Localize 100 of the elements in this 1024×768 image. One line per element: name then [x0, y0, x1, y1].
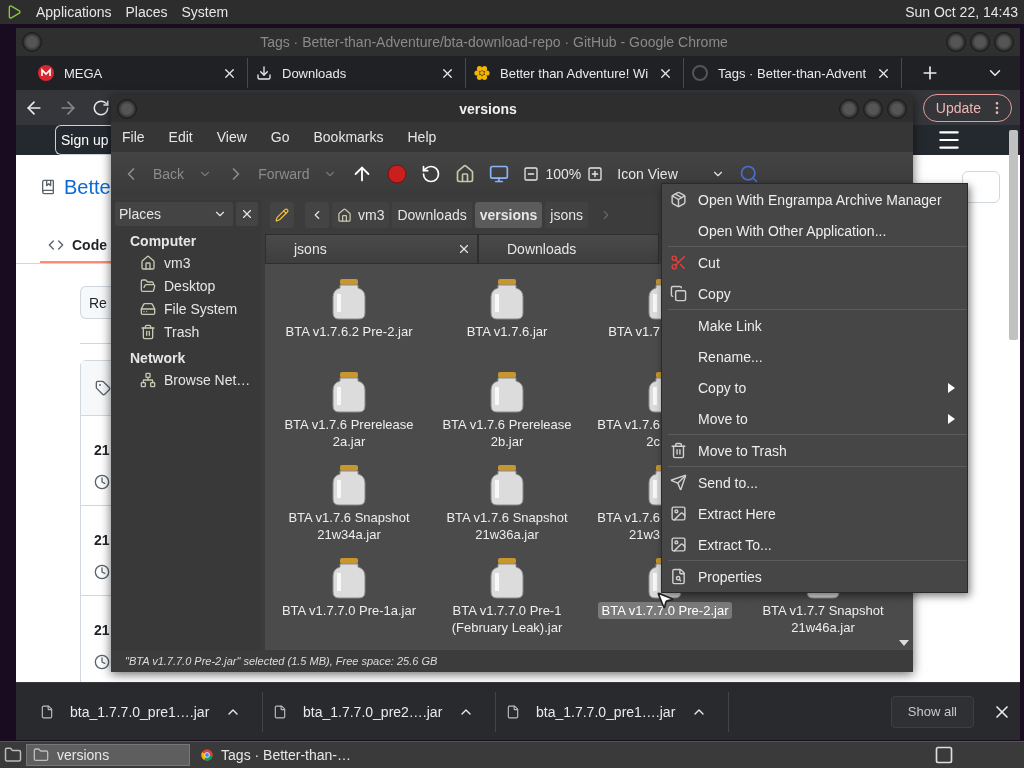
menu-item[interactable]: Rename... [662, 341, 967, 372]
home-icon[interactable] [455, 164, 476, 184]
tag-name[interactable]: 21 [94, 442, 110, 458]
show-desktop-icon[interactable] [4, 746, 22, 764]
menu-item[interactable]: Cut [662, 247, 967, 278]
close-icon[interactable] [457, 242, 471, 256]
workspace-icon[interactable] [934, 745, 954, 765]
download-item[interactable]: bta_1.7.7.0_pre1….jar [30, 691, 263, 732]
mega-icon [38, 65, 54, 81]
file-icon [506, 704, 520, 719]
path-button[interactable]: versions [474, 202, 543, 228]
menu-item[interactable]: Copy to [662, 372, 967, 403]
sidebar-item[interactable]: File System [111, 297, 262, 320]
menu-item[interactable]: Make Link [662, 310, 967, 341]
reload-icon[interactable] [421, 164, 442, 184]
package-icon [670, 191, 687, 208]
search-icon[interactable] [739, 164, 760, 184]
file-icon [273, 704, 287, 719]
menu-item[interactable]: Properties [662, 561, 967, 592]
folder-icon [33, 747, 49, 763]
sidebar-item[interactable]: Browse Net… [111, 368, 262, 391]
menu-item[interactable]: Copy [662, 278, 967, 309]
pencil-icon [275, 208, 289, 222]
close-button[interactable] [236, 202, 258, 226]
image-icon [670, 505, 687, 522]
drive-icon [140, 300, 156, 317]
trash-icon [670, 442, 687, 459]
logo-icon[interactable] [6, 4, 22, 20]
taskbar-button[interactable]: Tags · Better-than-… [194, 744, 358, 766]
folder-icon [140, 277, 156, 294]
path-button[interactable]: jsons [545, 202, 588, 228]
sidebar-item[interactable]: Desktop [111, 274, 262, 297]
tag-name[interactable]: 21 [94, 622, 110, 638]
menu-item[interactable]: Send to... [662, 467, 967, 498]
trash-icon [140, 323, 156, 340]
taskbar-button[interactable]: versions [26, 744, 190, 766]
reload-icon[interactable] [92, 98, 110, 117]
window-title: versions [458, 100, 518, 117]
zoom-out-icon[interactable] [523, 166, 540, 182]
jar-icon [489, 278, 525, 320]
copy-icon [670, 285, 687, 302]
menu-item[interactable]: Move to Trash [662, 435, 967, 466]
menu-item[interactable]: File [122, 129, 145, 145]
panel-menu[interactable]: Applications [36, 4, 112, 20]
show-all-button[interactable]: Show all [890, 695, 974, 728]
code-icon [48, 237, 64, 253]
menu-item[interactable]: Open With Other Application... [662, 215, 967, 246]
sidebar-item[interactable]: Trash [111, 320, 262, 343]
path-button[interactable]: Downloads [392, 202, 472, 228]
browser-tab[interactable]: Downloads [248, 58, 466, 88]
folder-tab[interactable]: Downloads [478, 234, 659, 264]
browser-tab[interactable]: Tags · Better-than-Advent [684, 58, 902, 88]
computer-icon[interactable] [489, 164, 510, 184]
tag-icon [95, 379, 111, 397]
menu-item[interactable]: Edit [168, 129, 193, 145]
panel-menu[interactable]: Places [125, 4, 168, 20]
file-search-icon [670, 568, 687, 585]
jar-icon [331, 464, 367, 506]
status-text: "BTA v1.7.7.0 Pre-2.jar" selected (1.5 MB), Free space: 25.6 GB [124, 654, 439, 669]
window-title: Tags · Better-than-Adventure/bta-download-repo · GitHub - Google Chrome [259, 34, 729, 50]
browser-tab[interactable]: MEGA [30, 58, 248, 88]
clock: Sun Oct 22, 14:43 [905, 4, 1018, 20]
view-dropdown[interactable]: Icon View [617, 166, 726, 182]
file-icon [40, 704, 54, 719]
download-item[interactable]: bta_1.7.7.0_pre2….jar [263, 691, 496, 732]
tag-name[interactable]: 21 [94, 532, 110, 548]
page-button[interactable]: Re [80, 286, 111, 319]
chrome-icon [201, 747, 214, 763]
clock-icon [94, 654, 110, 670]
panel-menu[interactable]: System [181, 4, 229, 20]
scroll-down-icon[interactable] [899, 638, 909, 648]
tab-label: Code [72, 237, 107, 253]
menu-item[interactable]: Bookmarks [313, 129, 384, 145]
menu-item[interactable]: Extract Here [662, 498, 967, 529]
menu-item[interactable]: View [216, 129, 247, 145]
edit-button[interactable] [270, 202, 294, 228]
download-item[interactable]: bta_1.7.7.0_pre1….jar [496, 691, 729, 732]
circle-icon [692, 65, 708, 81]
file-name[interactable]: BTA v1.7.7.0 Pre-2.jar [597, 602, 733, 619]
scrollbar-thumb[interactable] [1009, 130, 1018, 340]
jar-icon [489, 371, 525, 413]
repo-link[interactable]: Bette [64, 175, 111, 199]
menu-item[interactable]: Help [407, 129, 437, 145]
menu-item[interactable]: Move to [662, 403, 967, 434]
clock-icon [94, 474, 110, 490]
flower-icon [474, 65, 490, 81]
home-icon [140, 254, 156, 271]
sidebar-item[interactable]: vm3 [111, 251, 262, 274]
network-icon [140, 371, 156, 388]
menu-item[interactable]: Go [270, 129, 290, 145]
menu-item[interactable]: Extract To... [662, 529, 967, 560]
close-icon [240, 207, 254, 221]
scissors-icon [670, 254, 687, 271]
browser-tab[interactable]: Better than Adventure! Wi [466, 58, 684, 88]
folder-tab[interactable]: jsons [265, 234, 478, 264]
zoom-in-icon[interactable] [587, 166, 604, 182]
path-button[interactable]: vm3 [332, 202, 390, 228]
left-button[interactable] [305, 202, 329, 228]
menu-item[interactable]: Open With Engrampa Archive Manager [662, 184, 967, 215]
places-dropdown[interactable]: Places [115, 202, 233, 226]
